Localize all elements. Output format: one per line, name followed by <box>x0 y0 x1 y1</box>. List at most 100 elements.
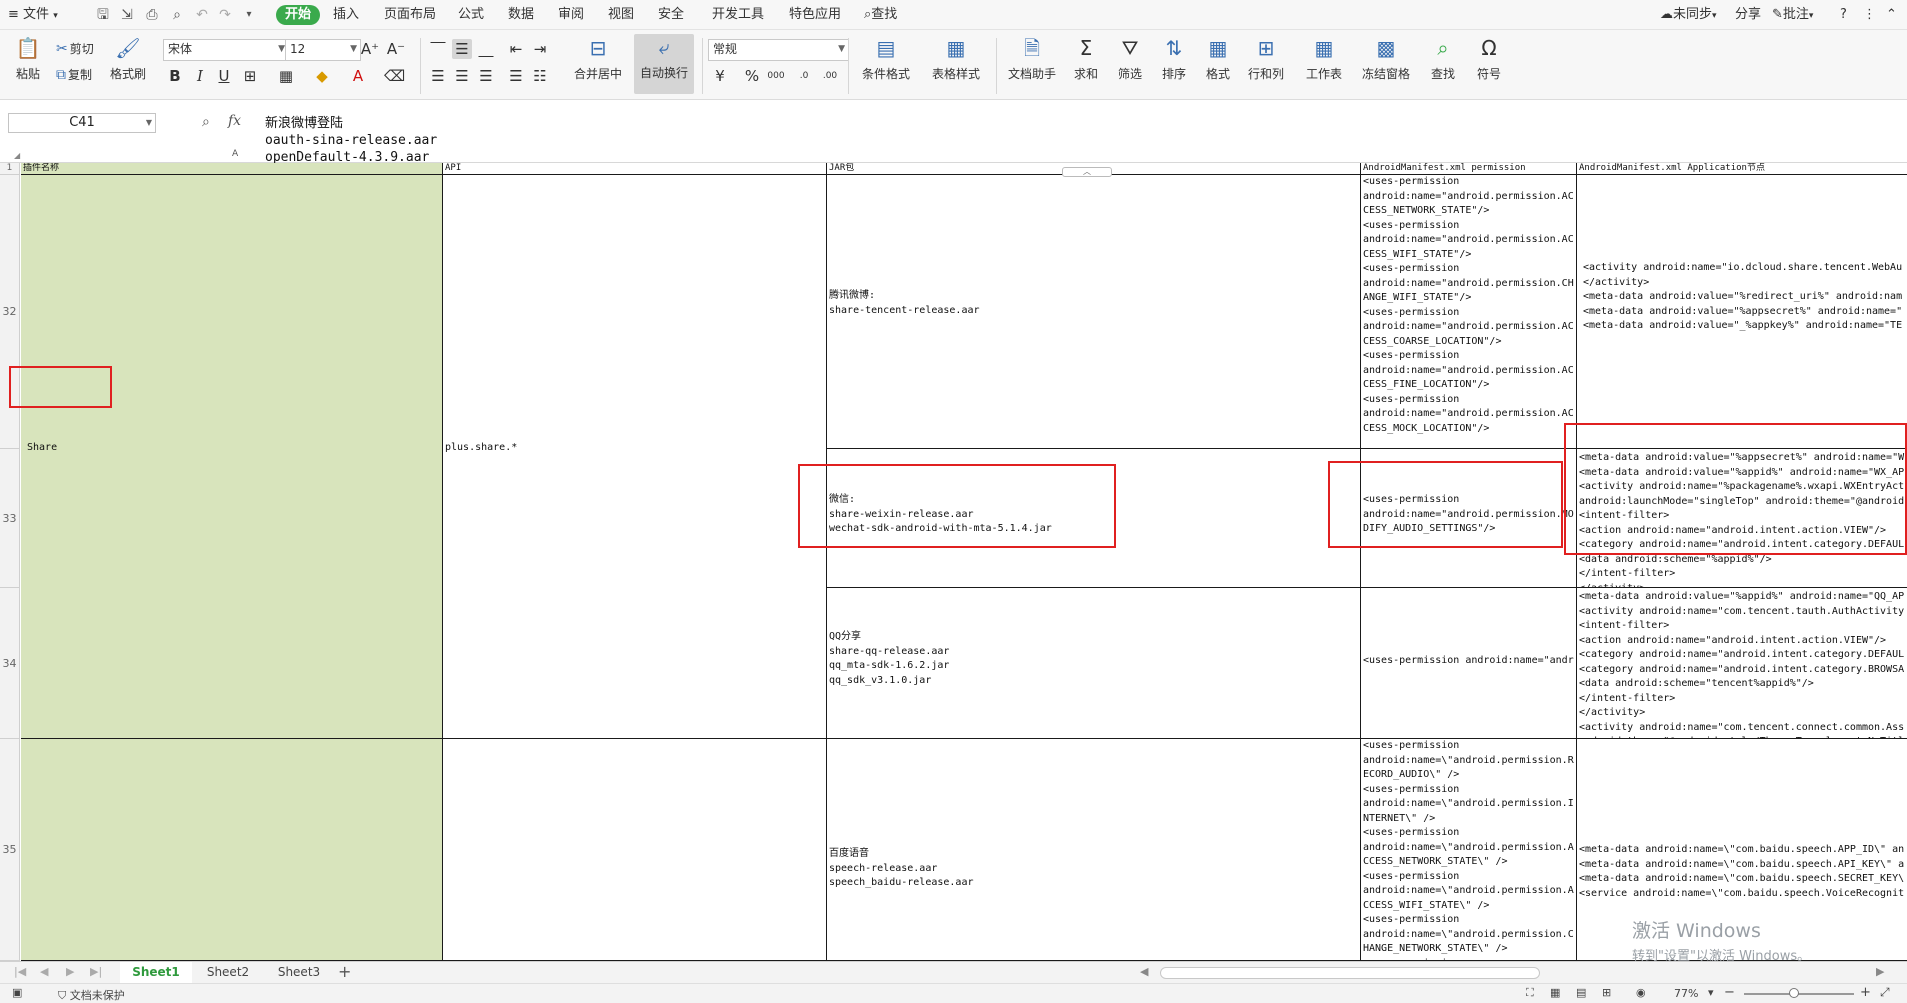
indent-increase-icon[interactable]: ⇥ <box>530 39 550 59</box>
row-header[interactable]: 34 <box>0 588 20 739</box>
tab-view[interactable]: 视图 <box>608 0 634 30</box>
add-sheet-icon[interactable]: + <box>338 962 351 981</box>
collapse-ribbon-icon[interactable]: ⌃ <box>1886 0 1897 30</box>
next-sheet-icon[interactable]: ▶ <box>66 965 74 978</box>
tab-developer[interactable]: 开发工具 <box>712 0 764 30</box>
header-plugin-name[interactable]: 插件名称 <box>21 163 443 175</box>
fill-color-icon[interactable]: ◆ <box>312 66 332 86</box>
zoom-level[interactable]: 77% <box>1674 987 1698 1000</box>
conditional-format-button[interactable]: ▤ 条件格式 <box>858 35 914 82</box>
tab-data[interactable]: 数据 <box>508 0 534 30</box>
bold-icon[interactable]: B <box>165 66 185 86</box>
prev-sheet-icon[interactable]: ◀ <box>40 965 48 978</box>
cell-app-qq[interactable]: <meta-data android:value="%appid%" andro… <box>1577 588 1907 739</box>
undo-icon[interactable]: ↶ <box>193 6 211 24</box>
row-col-button[interactable]: ⊞ 行和列 <box>1242 35 1290 82</box>
cell-fill-icon[interactable]: ▦ <box>276 66 296 86</box>
scroll-left-icon[interactable]: ◀ <box>1140 965 1148 978</box>
fit-icon[interactable]: ⤢ <box>1880 985 1890 1000</box>
format-button[interactable]: ▦ 格式 <box>1198 35 1238 82</box>
row-header[interactable]: 35 <box>0 739 20 961</box>
clear-icon[interactable]: ⌫ <box>384 66 405 86</box>
redo-icon[interactable]: ↷ <box>216 6 234 24</box>
tab-formulas[interactable]: 公式 <box>458 0 484 30</box>
decrease-decimal-icon[interactable]: .00 <box>820 66 840 86</box>
cell-jar-baidu[interactable]: 百度语音 speech-release.aar speech_baidu-rel… <box>827 739 1361 961</box>
formula-content[interactable]: 新浪微博登陆 oauth-sina-release.aar openDefaul… <box>265 115 437 166</box>
cell-api-share[interactable]: plus.share.* <box>443 175 827 739</box>
help-button[interactable]: ? <box>1840 0 1847 30</box>
print-preview-icon[interactable]: ⌕ <box>168 6 186 24</box>
tab-insert[interactable]: 插入 <box>333 0 359 30</box>
cell-perm-qq[interactable]: <uses-permission android:name="andr <box>1361 588 1577 739</box>
percent-icon[interactable]: % <box>742 66 762 86</box>
justify-icon[interactable]: ☰ <box>506 66 526 86</box>
cell-perm-baidu[interactable]: <uses-permission android:name=\"android.… <box>1361 739 1577 961</box>
fx-button[interactable]: fx <box>228 113 241 129</box>
sync-status[interactable]: ☁未同步▾ <box>1660 0 1717 30</box>
more-icon[interactable]: ⋮ <box>1863 0 1876 30</box>
name-box[interactable]: C41 ▼ <box>8 113 156 133</box>
cell-api-empty[interactable] <box>443 739 827 961</box>
tab-security[interactable]: 安全 <box>658 0 684 30</box>
paste-button[interactable]: 📋 粘贴 <box>10 35 46 82</box>
thousands-icon[interactable]: 000 <box>766 66 786 86</box>
increase-font-icon[interactable]: A⁺ <box>360 39 380 59</box>
protect-status[interactable]: ⛉ 文档未保护 <box>58 987 125 1003</box>
worksheet-button[interactable]: ▦ 工作表 <box>1298 35 1350 82</box>
print-icon[interactable]: ⎙ <box>143 6 161 24</box>
horizontal-scrollbar[interactable] <box>1160 967 1540 979</box>
font-size-select[interactable]: 12 ▼ <box>285 39 361 61</box>
font-color-icon[interactable]: A <box>348 66 368 86</box>
cell-plugin-empty[interactable] <box>21 739 443 961</box>
filter-button[interactable]: ⛛ 筛选 <box>1110 35 1150 82</box>
currency-icon[interactable]: ¥ <box>710 66 730 86</box>
sort-button[interactable]: ⇅ 排序 <box>1154 35 1194 82</box>
eye-protection-icon[interactable]: ◉ <box>1636 986 1646 999</box>
format-painter-button[interactable]: 🖌 格式刷 <box>108 35 148 82</box>
page-layout-view-icon[interactable]: ▤ <box>1576 986 1586 999</box>
tab-home[interactable]: 开始 <box>276 5 321 25</box>
zoom-in-icon[interactable]: + <box>1860 985 1871 1000</box>
row-header[interactable]: 1 <box>0 163 20 175</box>
chevron-down-icon[interactable]: ▾ <box>1708 986 1714 999</box>
cell-app-tencent[interactable]: <activity android:name="io.dcloud.share.… <box>1577 175 1907 449</box>
merge-center-button[interactable]: ⊟ 合并居中 <box>568 35 628 82</box>
symbol-button[interactable]: Ω 符号 <box>1468 35 1510 82</box>
cell-jar-qq[interactable]: QQ分享 share-qq-release.aar qq_mta-sdk-1.6… <box>827 588 1361 739</box>
tab-page-layout[interactable]: 页面布局 <box>384 0 436 30</box>
export-icon[interactable]: ⇲ <box>118 6 136 24</box>
cell-perm-tencent[interactable]: <uses-permission android:name="android.p… <box>1361 175 1577 449</box>
table-style-button[interactable]: ▦ 表格样式 <box>926 35 986 82</box>
align-center-icon[interactable]: ☰ <box>452 66 472 86</box>
save-icon[interactable]: 🖫 <box>94 6 112 24</box>
row-header[interactable]: 33 <box>0 449 20 588</box>
border-icon[interactable]: ⊞ <box>240 66 260 86</box>
zoom-slider-thumb[interactable] <box>1789 988 1799 998</box>
tab-features[interactable]: 特色应用 <box>789 0 841 30</box>
header-application[interactable]: AndroidManifest.xml Application节点 <box>1577 163 1907 175</box>
search-command[interactable]: ⌕查找 <box>864 0 897 30</box>
zoom-formula-icon[interactable]: ⌕ <box>202 114 210 130</box>
cell-perm-weixin[interactable]: <uses-permission android:name="android.p… <box>1361 449 1577 588</box>
increase-decimal-icon[interactable]: .0 <box>794 66 814 86</box>
zoom-out-icon[interactable]: − <box>1724 985 1735 1000</box>
cut-button[interactable]: ✂ 剪切 <box>56 40 94 58</box>
cell-plugin-share[interactable]: Share <box>21 175 443 739</box>
tab-review[interactable]: 审阅 <box>558 0 584 30</box>
share-button[interactable]: 分享 <box>1735 0 1761 30</box>
freeze-panes-button[interactable]: ▩ 冻结窗格 <box>1356 35 1416 82</box>
sheet-tab-1[interactable]: Sheet1 <box>120 962 192 985</box>
number-format-select[interactable]: 常规 ▼ <box>708 39 849 61</box>
wrap-text-button[interactable]: ⤶ 自动换行 <box>634 34 694 94</box>
customize-icon[interactable]: ▾ <box>240 6 258 24</box>
fullscreen-icon[interactable]: ⛶ <box>1526 986 1534 1000</box>
page-break-view-icon[interactable]: ⊞ <box>1602 986 1611 999</box>
italic-icon[interactable]: I <box>190 66 210 86</box>
sum-button[interactable]: Σ 求和 <box>1066 35 1106 82</box>
indent-decrease-icon[interactable]: ⇤ <box>506 39 526 59</box>
align-middle-icon[interactable]: ☰ <box>452 39 472 59</box>
scroll-right-icon[interactable]: ▶ <box>1876 965 1884 978</box>
file-menu[interactable]: ≡ 文件 ▾ <box>8 0 58 30</box>
align-left-icon[interactable]: ☰ <box>428 66 448 86</box>
